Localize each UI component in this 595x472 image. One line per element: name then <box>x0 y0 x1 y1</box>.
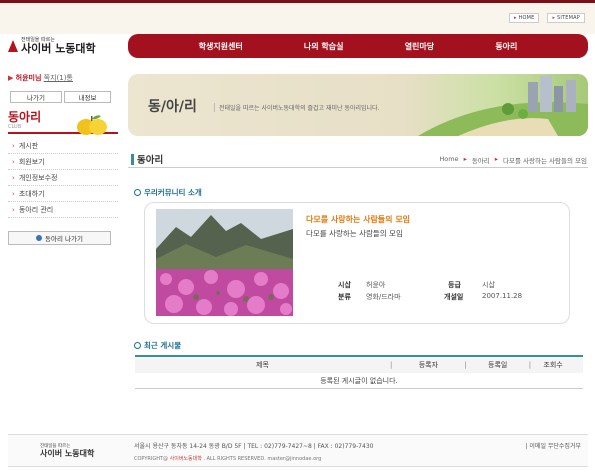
arrow-right-icon: ▶ <box>8 74 14 82</box>
breadcrumb-current: 다모를 사랑하는 사람들의 모임 <box>503 157 587 165</box>
footer-logo-main: 사이버 노동대학 <box>40 449 95 458</box>
created-label: 개설일 <box>444 293 464 301</box>
col-title: 제목 <box>256 361 269 369</box>
main-nav: 학생지원센터 나의 학습실 열린마당 동아리 <box>128 34 588 58</box>
owner-value: 허윤아 <box>366 281 386 289</box>
top-links: HOME SITEMAP <box>509 13 585 23</box>
category-value: 영화/드라마 <box>366 293 401 301</box>
community-name: 다모를 사랑하는 사람들의 모임 <box>306 215 411 224</box>
logo-mark-icon <box>8 40 18 52</box>
menu-members[interactable]: 회원보기 <box>8 155 118 170</box>
section-title: 동아리 <box>131 152 163 166</box>
recent-posts-heading: 최근 게시물 <box>134 340 181 351</box>
intro-heading-text: 우리커뮤니티 소개 <box>144 188 202 197</box>
nav-open-forum[interactable]: 열린마당 <box>405 41 434 52</box>
logo-title: 사이버 노동대학 <box>21 42 96 55</box>
created-value: 2007.11.28 <box>482 292 523 300</box>
site-logo[interactable]: 전태일을 따르는 사이버 노동대학 <box>8 37 96 55</box>
recent-posts-table: 제목 | 등록자 | 등록일 | 조회수 등록된 게시글이 없습니다. <box>135 355 583 389</box>
copyright-suffix: . ALL RIGHTS RESERVED. master@jinnodae.o… <box>203 456 322 462</box>
section-title-text: 동아리 <box>137 155 164 166</box>
breadcrumb-club[interactable]: 동아리 <box>472 155 490 165</box>
col-date: 등록일 <box>488 361 508 369</box>
footer-address: 서울시 용산구 동자동 14-24 동광 B/D 5F | TEL : 02)7… <box>134 443 374 450</box>
grade-label: 등급 <box>448 281 461 289</box>
owner-label: 시삽 <box>338 281 351 289</box>
user-name: 허윤미님 <box>15 74 42 82</box>
breadcrumb-home[interactable]: Home <box>439 155 458 165</box>
email-policy-text: 이메일 무단수집거부 <box>529 443 581 450</box>
banner-title: 동/아/리 <box>148 99 197 115</box>
copyright-name: 사이버노동대학 <box>169 456 202 462</box>
breadcrumb-arrow-icon: ▸ <box>494 155 499 163</box>
my-info-button[interactable]: 내정보 <box>64 91 111 103</box>
category-label: 분류 <box>338 293 351 301</box>
community-image <box>156 209 293 316</box>
community-photo <box>156 209 293 316</box>
top-strip <box>0 0 595 34</box>
menu-board[interactable]: 게시판 <box>8 139 118 154</box>
message-link[interactable]: 쪽지(1)통 <box>44 74 73 82</box>
menu-club-admin[interactable]: 동아리 관리 <box>8 203 118 218</box>
banner-description: 전태일을 따르는 사이버노동대학의 즐겁고 재미난 동아리입니다. <box>214 103 379 112</box>
menu-invite[interactable]: 초대하기 <box>8 187 118 202</box>
home-link[interactable]: HOME <box>509 13 540 23</box>
table-header: 제목 | 등록자 | 등록일 | 조회수 <box>135 355 583 373</box>
copyright-prefix: COPYRIGHT@ <box>134 456 169 462</box>
sitemap-link[interactable]: SITEMAP <box>547 13 585 23</box>
exit-club-button[interactable]: 동아리 나가기 <box>8 231 111 245</box>
col-views: 조회수 <box>543 361 563 369</box>
nav-student-center[interactable]: 학생지원센터 <box>199 41 243 52</box>
email-policy-link[interactable]: | 이메일 무단수집거부 <box>525 441 581 450</box>
intro-heading: 우리커뮤니티 소개 <box>134 187 202 198</box>
breadcrumb: Home ▸ 동아리 ▸ 다모를 사랑하는 사람들의 모임 <box>439 155 587 165</box>
footer-copyright: COPYRIGHT@ 사이버노동대학 . ALL RIGHTS RESERVED… <box>134 455 321 462</box>
col-author: 등록자 <box>418 361 439 369</box>
apple-icon <box>77 115 107 135</box>
nav-my-classroom[interactable]: 나의 학습실 <box>304 41 344 52</box>
breadcrumb-arrow-icon: ▸ <box>463 155 467 163</box>
recent-posts-heading-text: 최근 게시물 <box>144 341 182 350</box>
footer <box>8 434 588 467</box>
menu-edit-profile[interactable]: 개인정보수정 <box>8 171 118 186</box>
footer-logo: 전태일을 따르는 사이버 노동대학 <box>40 444 94 458</box>
welcome-text: ▶ 허윤미님 쪽지(1)통 <box>8 73 73 83</box>
community-description: 다모를 사랑하는 사람들의 모임 <box>306 229 403 238</box>
logout-button[interactable]: 나가기 <box>10 91 62 103</box>
exit-club-label: 동아리 나가기 <box>45 235 83 243</box>
empty-message: 등록된 게시글이 없습니다. <box>135 373 583 389</box>
grade-value: 시삽 <box>482 281 495 289</box>
exit-icon <box>36 235 43 241</box>
nav-club[interactable]: 동아리 <box>495 41 517 52</box>
